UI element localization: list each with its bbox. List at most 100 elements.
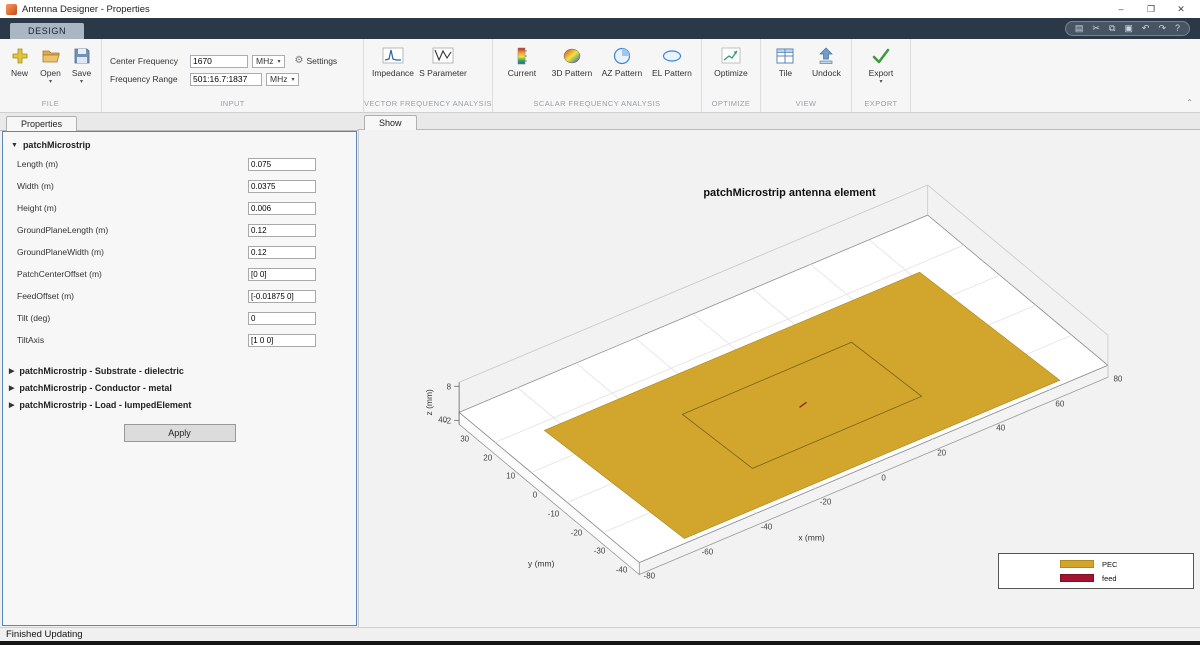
groundplanelength-label: GroundPlaneLength (m) — [17, 225, 109, 235]
vector-analysis-section: Impedance S Parameter VECTOR FREQUENCY A… — [364, 39, 493, 112]
colorbar-icon — [512, 46, 532, 66]
export-section-label: EXPORT — [864, 99, 898, 108]
svg-text:20: 20 — [937, 449, 946, 458]
section-header-load[interactable]: ▶ patchMicrostrip - Load - lumpedElement — [9, 400, 356, 410]
legend-row-pec: PEC — [999, 557, 1193, 571]
optimize-button[interactable]: Optimize — [706, 41, 756, 99]
property-row: Height (m) — [3, 197, 356, 219]
matlab-app-icon — [6, 3, 17, 15]
substrate-section-title: patchMicrostrip - Substrate - dielectric — [19, 366, 184, 376]
pattern-3d-button[interactable]: 3D Pattern — [547, 41, 597, 99]
el-pattern-ellipse-icon — [662, 46, 682, 66]
width-label: Width (m) — [17, 181, 54, 191]
legend-row-feed: feed — [999, 571, 1193, 585]
redo-icon[interactable]: ↷ — [1158, 24, 1166, 33]
tab-properties[interactable]: Properties — [6, 116, 78, 131]
tab-show[interactable]: Show — [364, 115, 417, 131]
legend-swatch-pec — [1060, 560, 1094, 568]
y-axis-label: y (mm) — [528, 559, 555, 569]
patchcenteroffset-label: PatchCenterOffset (m) — [17, 269, 102, 279]
tile-grid-icon — [775, 46, 795, 66]
properties-tab-bar: Properties — [0, 113, 358, 131]
legend-label-pec: PEC — [1102, 559, 1118, 569]
patchcenteroffset-input[interactable] — [248, 267, 316, 281]
groundplanewidth-input[interactable] — [248, 245, 316, 259]
height-input[interactable] — [248, 201, 316, 215]
legend: PEC feed — [998, 553, 1194, 589]
tile-button[interactable]: Tile — [765, 41, 806, 99]
settings-button[interactable]: ⚙ Settings — [295, 56, 338, 67]
settings-label: Settings — [306, 56, 338, 66]
paste-icon[interactable]: ▣ — [1124, 24, 1133, 33]
svg-text:80: 80 — [1113, 375, 1122, 384]
section-header-conductor[interactable]: ▶ patchMicrostrip - Conductor - metal — [9, 383, 356, 393]
close-button[interactable]: ✕ — [1166, 4, 1196, 15]
tilt-input[interactable] — [248, 311, 316, 325]
cut-icon[interactable]: ✂ — [1092, 24, 1100, 33]
section-header-substrate[interactable]: ▶ patchMicrostrip - Substrate - dielectr… — [9, 366, 356, 376]
length-label: Length (m) — [17, 159, 59, 169]
frequency-range-input[interactable] — [190, 72, 262, 86]
svg-text:-2: -2 — [444, 417, 452, 426]
groundplanelength-input[interactable] — [248, 223, 316, 237]
tiltaxis-input[interactable] — [248, 333, 316, 347]
property-row: TiltAxis — [3, 329, 356, 351]
unit-label: MHz — [256, 56, 274, 66]
frequency-range-unit-select[interactable]: MHz ▾ — [266, 72, 299, 86]
section-title: patchMicrostrip — [22, 140, 91, 150]
az-pattern-button[interactable]: AZ Pattern — [597, 41, 647, 99]
svg-text:20: 20 — [483, 454, 492, 463]
window-title: Antenna Designer - Properties — [22, 3, 150, 15]
save-floppy-icon — [72, 46, 92, 66]
collapse-toolstrip-icon[interactable]: ⌃ — [1186, 98, 1193, 107]
export-button[interactable]: Export ▾ — [856, 41, 906, 99]
width-input[interactable] — [248, 179, 316, 193]
property-row: GroundPlaneWidth (m) — [3, 241, 356, 263]
window-controls: – ❐ ✕ — [1106, 4, 1196, 15]
svg-text:60: 60 — [1055, 400, 1064, 409]
file-section: New Open ▾ Save ▾ FILE — [0, 39, 102, 112]
load-section-title: patchMicrostrip - Load - lumpedElement — [19, 400, 192, 410]
plot-title: patchMicrostrip antenna element — [703, 187, 876, 199]
maximize-button[interactable]: ❐ — [1136, 4, 1166, 15]
frequency-range-row: Frequency Range MHz ▾ — [110, 72, 353, 86]
save-button[interactable]: Save ▾ — [66, 41, 97, 99]
svg-text:30: 30 — [460, 435, 469, 444]
impedance-plot-icon — [382, 46, 404, 66]
impedance-button[interactable]: Impedance — [368, 41, 418, 99]
x-axis-label: x (mm) — [798, 533, 825, 543]
save-icon[interactable]: ▤ — [1075, 24, 1084, 33]
center-frequency-unit-select[interactable]: MHz ▾ — [252, 54, 285, 68]
svg-text:8: 8 — [447, 383, 452, 392]
tab-design[interactable]: DESIGN — [10, 23, 85, 39]
toolstrip-spacer — [911, 39, 1200, 112]
az-pattern-polar-icon — [612, 46, 632, 66]
triangle-right-icon: ▶ — [9, 385, 15, 392]
frequency-range-label: Frequency Range — [110, 74, 178, 84]
vector-section-label: VECTOR FREQUENCY ANALYSIS — [364, 99, 492, 108]
length-input[interactable] — [248, 157, 316, 171]
undo-icon[interactable]: ↶ — [1142, 24, 1150, 33]
optimize-label: Optimize — [714, 68, 748, 78]
el-pattern-button[interactable]: EL Pattern — [647, 41, 697, 99]
svg-text:-20: -20 — [571, 529, 583, 538]
input-section-label: INPUT — [220, 99, 245, 108]
input-section: Center Frequency MHz ▾ ⚙ Settings Freque… — [102, 39, 364, 112]
new-button[interactable]: New — [4, 41, 35, 99]
open-button[interactable]: Open ▾ — [35, 41, 66, 99]
svg-text:-10: -10 — [548, 510, 560, 519]
section-header-patchmicrostrip[interactable]: ▼ patchMicrostrip — [11, 140, 356, 150]
minimize-button[interactable]: – — [1106, 4, 1136, 15]
copy-icon[interactable]: ⧉ — [1109, 24, 1115, 33]
current-button[interactable]: Current — [497, 41, 547, 99]
ribbon-tab-strip: DESIGN ▤ ✂ ⧉ ▣ ↶ ↷ ? — [0, 18, 1200, 39]
export-check-icon — [871, 46, 891, 66]
undock-button[interactable]: Undock — [806, 41, 847, 99]
help-icon[interactable]: ? — [1175, 24, 1180, 33]
feedoffset-input[interactable] — [248, 289, 316, 303]
apply-button[interactable]: Apply — [123, 424, 236, 442]
status-bar: Finished Updating — [0, 627, 1200, 641]
center-frequency-input[interactable] — [190, 54, 248, 68]
s-parameter-button[interactable]: S Parameter — [418, 41, 468, 99]
pattern-3d-icon — [562, 46, 582, 66]
